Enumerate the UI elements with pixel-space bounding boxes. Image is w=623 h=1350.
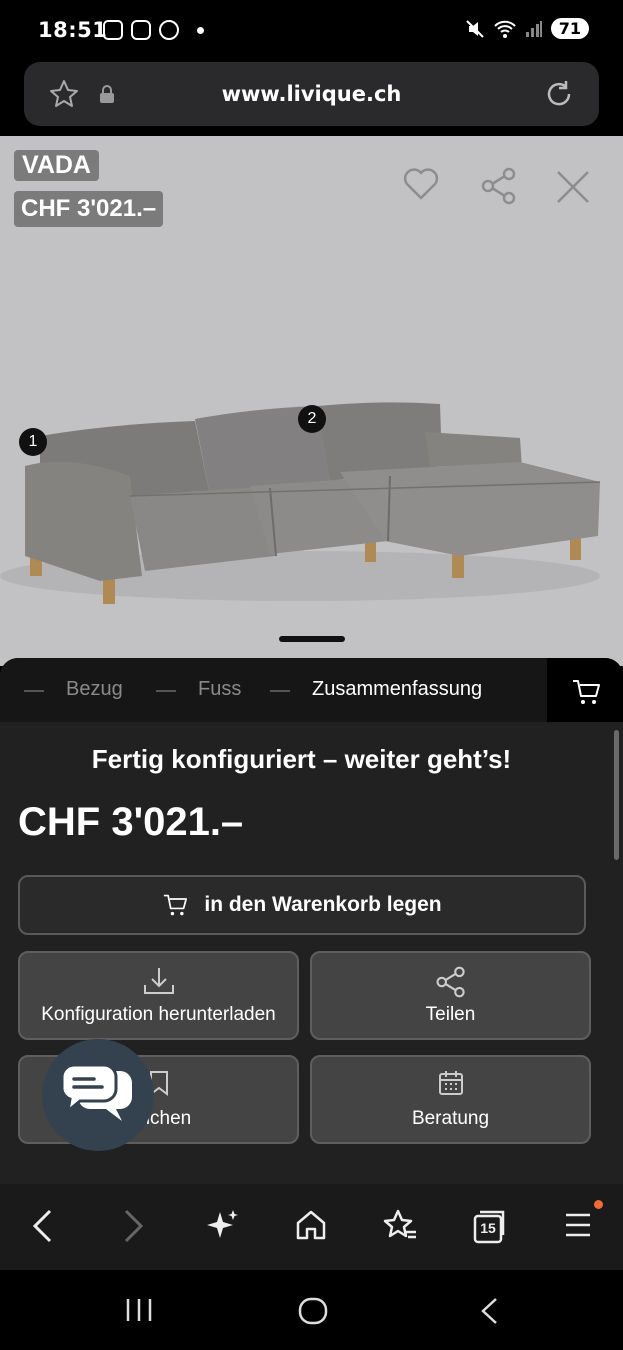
chat-support-button[interactable] — [42, 1039, 154, 1151]
system-navigation-bar — [0, 1270, 623, 1350]
cart-icon — [164, 894, 188, 916]
browser-toolbar: 15 — [0, 1184, 623, 1270]
product-name: VADA — [14, 150, 99, 181]
status-right: 71 — [465, 18, 589, 39]
share-icon — [435, 966, 465, 998]
address-bar[interactable]: www.livique.ch — [24, 62, 599, 126]
tab-zusammenfassung[interactable]: Zusammenfassung — [312, 678, 482, 701]
close-icon[interactable] — [555, 169, 591, 205]
signal-icon — [525, 20, 542, 37]
tab-fuss[interactable]: Fuss — [198, 678, 241, 701]
tabs-button[interactable]: 15 — [472, 1210, 505, 1244]
url-text[interactable]: www.livique.ch — [24, 82, 599, 106]
step-divider — [24, 690, 44, 692]
cart-button[interactable] — [547, 658, 623, 722]
home-nav-icon[interactable] — [297, 1296, 329, 1326]
bookmarks-icon[interactable] — [382, 1208, 418, 1242]
download-icon — [143, 968, 174, 994]
step-tabs: Bezug Fuss Zusammenfassung — [0, 658, 623, 722]
share-icon[interactable] — [480, 166, 518, 206]
consultation-label: Beratung — [411, 1108, 490, 1129]
favorite-heart-icon[interactable] — [402, 166, 440, 202]
menu-notification-dot — [594, 1200, 603, 1209]
notification-icons — [103, 20, 204, 40]
panel-scrollbar[interactable] — [614, 730, 619, 860]
mute-icon — [466, 19, 484, 38]
summary-headline: Fertig konfiguriert – weiter geht’s! — [91, 744, 512, 774]
summary-price: CHF 3'021.– — [18, 800, 244, 844]
whatsapp-icon — [159, 20, 179, 40]
more-notifications-icon — [197, 26, 204, 34]
chat-icon — [60, 1063, 132, 1121]
step-divider — [156, 690, 176, 692]
drag-handle[interactable] — [279, 636, 345, 642]
share-label: Teilen — [425, 1004, 476, 1025]
cart-icon — [573, 680, 600, 704]
menu-icon[interactable] — [564, 1212, 592, 1238]
add-to-cart-button[interactable]: in den Warenkorb legen — [18, 875, 586, 935]
sparkle-icon[interactable] — [206, 1208, 240, 1242]
instagram-icon — [131, 20, 151, 40]
product-price-tag: CHF 3'021.– — [14, 191, 164, 227]
add-to-cart-label: in den Warenkorb legen — [204, 893, 442, 916]
hotspot-1[interactable]: 1 — [19, 428, 47, 456]
tab-count: 15 — [480, 1220, 496, 1236]
recent-apps-icon[interactable] — [124, 1296, 154, 1324]
download-configuration-button[interactable]: Konfiguration herunterladen — [18, 951, 299, 1040]
wifi-icon — [494, 20, 516, 38]
battery-indicator: 71 — [550, 18, 589, 39]
status-time: 18:51 — [38, 18, 108, 42]
calendar-icon — [438, 1071, 463, 1095]
home-icon[interactable] — [294, 1208, 328, 1242]
status-bar: 18:51 71 — [0, 0, 623, 60]
download-configuration-label: Konfiguration herunterladen — [41, 1004, 276, 1025]
screenshot-icon — [103, 20, 123, 40]
consultation-button[interactable]: Beratung — [310, 1055, 591, 1144]
reload-icon[interactable] — [543, 78, 575, 110]
step-divider — [270, 690, 290, 692]
tab-bezug[interactable]: Bezug — [66, 678, 123, 701]
back-nav-icon[interactable] — [478, 1296, 500, 1326]
hotspot-2[interactable]: 2 — [298, 405, 326, 433]
share-button[interactable]: Teilen — [310, 951, 591, 1040]
forward-icon[interactable] — [122, 1208, 146, 1244]
back-icon[interactable] — [30, 1208, 54, 1244]
